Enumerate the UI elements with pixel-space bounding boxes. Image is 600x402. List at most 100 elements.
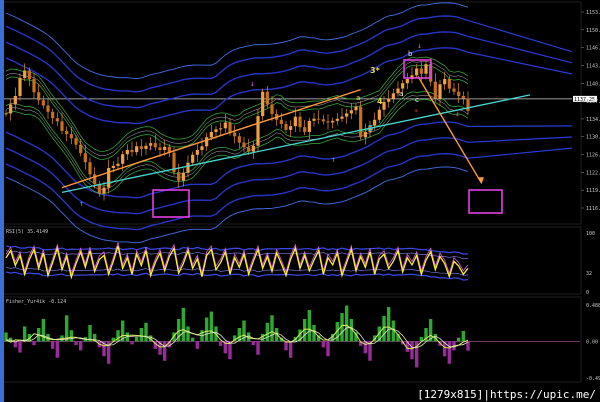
candle-body [251,145,255,152]
candle-body [387,98,391,102]
arrow-down-icon: ↓ [148,143,153,152]
candle-body [242,142,246,148]
fisher-bar [32,341,36,346]
fisher-bar [74,341,78,346]
fisher-bar [284,341,288,351]
candle-body [209,131,213,138]
arrow-down-icon: ↓ [250,79,255,88]
candle-body [452,88,456,92]
rsi-tick-label: 0 [586,290,589,296]
y-tick-label: 1130.10 [586,135,600,141]
candle-body [223,122,227,129]
candle-body [279,119,283,125]
fisher-bar [69,330,74,342]
candle-body [27,70,31,80]
candle-body [261,91,265,117]
candle-body [163,146,167,150]
y-tick-label: 1146.55 [586,46,600,52]
candle-body [60,121,64,131]
candle-body [415,68,419,76]
candle-body [69,134,73,139]
fisher-bar [162,341,167,361]
y-tick-label: 1140.45 [586,81,600,87]
fisher-bar [461,330,466,342]
fisher-bar [256,341,260,355]
candle-body [303,127,307,132]
candle-body [256,116,260,146]
candle-body [401,83,405,89]
rsi-panel [2,226,582,295]
fisher-ticks: 0.488 0.00 -0.491 [586,303,600,382]
fisher-tick-label: 0.00 [586,339,598,345]
y-tick-label: 1122.70 [586,170,600,176]
fisher-bar [456,337,461,342]
candle-body [270,104,274,114]
candle-body [340,116,344,119]
arrow-up-icon: ↑ [79,199,84,208]
fisher-bar [228,341,232,360]
candle-body [65,130,69,135]
wave-label: b [408,50,413,58]
fisher-bar [55,341,60,358]
fisher-bar [78,341,83,351]
candle-body [284,124,288,130]
candle-body [298,116,302,128]
fisher-title: Fisher_Yur4ik -0.124 [6,299,66,305]
y-tick-label: 1126.75 [586,153,600,159]
candle-body [331,120,335,123]
candle-body [335,118,339,121]
fisher-bar [386,307,391,342]
fisher-tick-label: -0.491 [586,376,600,382]
fisher-bar [88,324,92,342]
y-axis-ticks: 1153.65 1150.10 1146.55 1143.00 1140.45 1137.… [581,10,600,212]
fisher-bar [190,337,195,342]
candle-body [191,154,195,163]
fisher-bar [260,333,265,342]
candle-body [74,138,78,145]
candle-body [307,120,311,132]
candle-body [23,70,27,78]
candle-body [461,95,465,99]
candle-body [79,144,83,154]
candle-body [289,126,293,130]
candle-body [195,149,199,155]
y-tick-label: 1137.25 [586,99,600,105]
fisher-tick-label: 0.488 [586,303,600,309]
candle-body [265,91,269,105]
candle-body [377,109,381,120]
fisher-bar [209,311,214,342]
candle-body [359,106,363,138]
candle-body [107,168,111,188]
candle-body [233,132,237,137]
arrow-down-icon: ↓ [455,109,460,118]
wave-label: 3* [370,66,381,75]
wave-label: a [399,90,403,98]
candle-body [443,79,447,85]
candle-body [457,91,461,96]
rsi-tick-label: 32 [586,271,592,277]
candle-body [349,110,353,114]
fisher-bar [18,341,22,353]
candle-body [438,84,442,99]
candle-body [326,121,330,123]
candle-body [363,131,367,138]
candle-body [181,172,185,181]
candle-body [419,68,423,74]
fisher-bar [130,341,134,345]
fisher-bar [251,341,256,346]
fisher-bar [344,305,349,342]
candle-body [293,116,297,127]
candle-body [219,128,223,130]
wave-label: c [415,96,419,104]
candle-body [135,146,139,153]
y-tick-label: 1150.10 [586,28,600,34]
fisher-bar [288,341,293,358]
fisher-bar [195,341,200,349]
window-edge [0,0,4,402]
band-line [467,125,573,128]
fisher-bar [265,322,270,342]
candle-body [186,162,190,173]
candle-body [433,81,437,99]
arrow-up-icon: ↑ [331,155,336,164]
candle-body [391,93,395,99]
